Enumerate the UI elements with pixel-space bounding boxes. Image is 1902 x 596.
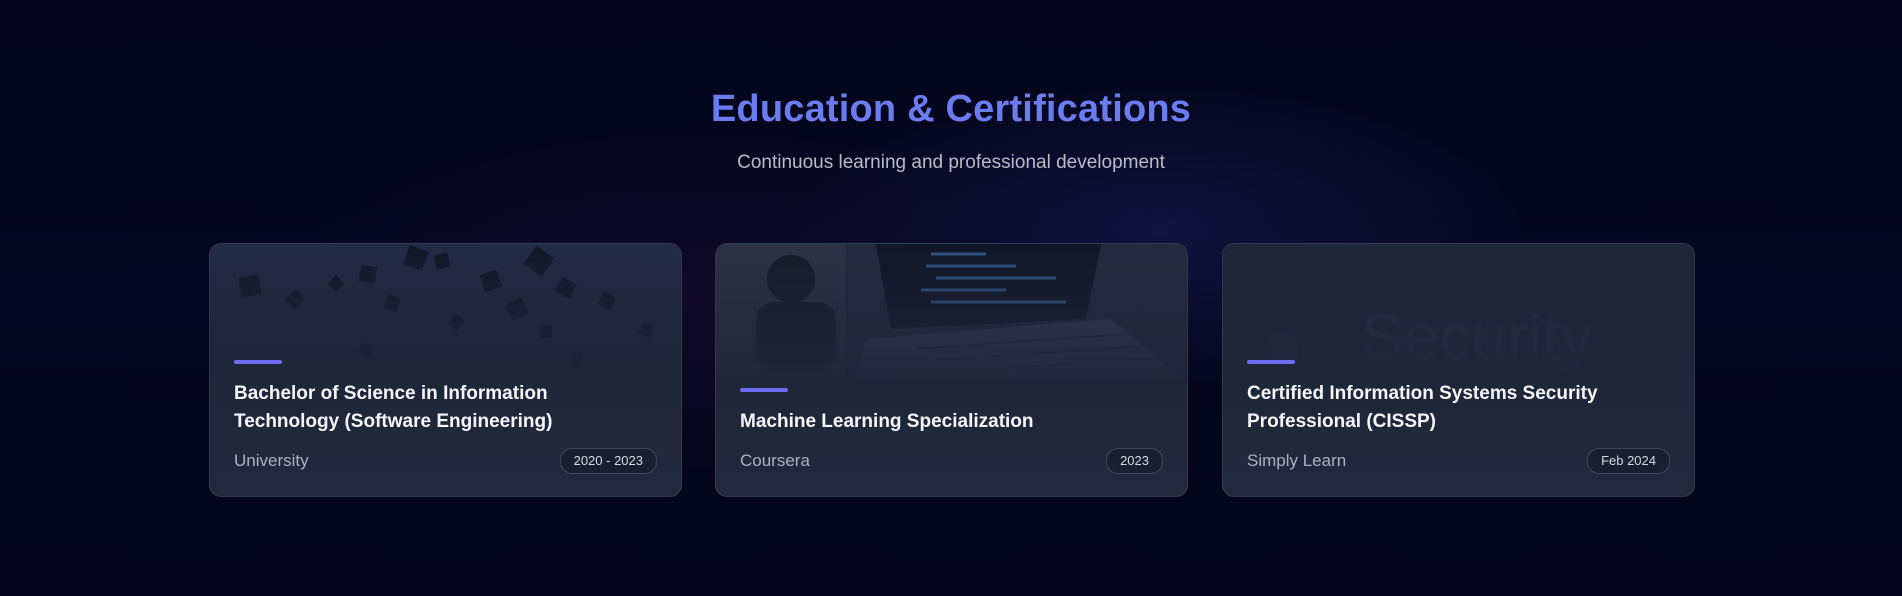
accent-bar (740, 388, 788, 392)
card-title: Bachelor of Science in Information Techn… (234, 383, 553, 432)
section-subtitle: Continuous learning and professional dev… (737, 152, 1165, 173)
education-card[interactable]: Security Certified Information Systems S… (1222, 243, 1695, 497)
education-section: Education & Certifications Continuous le… (0, 0, 1902, 596)
card-issuer: Simply Learn (1247, 451, 1347, 470)
date-badge: Feb 2024 (1587, 448, 1670, 474)
date-badge: 2020 - 2023 (559, 448, 657, 474)
education-card[interactable]: Bachelor of Science in Information Techn… (209, 243, 682, 497)
accent-bar (1247, 360, 1295, 364)
laptop-coding-image (716, 244, 1187, 384)
date-badge: 2023 (1106, 448, 1163, 474)
security-image-text: Security (1361, 301, 1592, 373)
section-title: Education & Certifications (710, 88, 1192, 130)
card-issuer: Coursera (740, 451, 810, 470)
accent-bar (234, 360, 282, 364)
card-issuer: University (234, 451, 309, 470)
education-card[interactable]: Machine Learning Specialization Coursera… (715, 243, 1188, 497)
card-title: Certified Information Systems Security P… (1247, 383, 1598, 432)
card-title: Machine Learning Specialization (740, 411, 1034, 432)
